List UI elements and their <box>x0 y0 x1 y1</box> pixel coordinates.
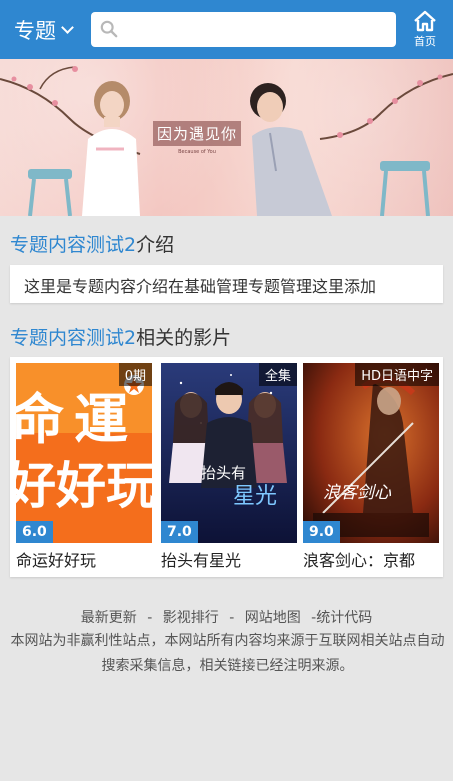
footer-disclaimer: 本网站为非赢利性站点，本网站所有内容均来源于互联网相关站点自动搜索采集信息，相关… <box>10 633 445 674</box>
home-icon <box>414 10 436 32</box>
footer-link-sitemap[interactable]: 网站地图 <box>245 610 301 626</box>
search-icon[interactable] <box>100 20 118 38</box>
chevron-down-icon <box>61 21 74 34</box>
footer-link-ranking[interactable]: 影视排行 <box>163 610 219 626</box>
home-label: 首页 <box>414 35 436 48</box>
movie-list: 命 運 好好玩 0期 6.0 命运好好玩 抬头有 星光 全集 7.0 抬头有星光… <box>10 357 443 577</box>
banner-title: 因为遇见你 <box>152 121 241 146</box>
poster-art-1: 命 運 好好玩 <box>16 363 152 543</box>
movie-score-badge: 6.0 <box>16 521 53 543</box>
movie-item[interactable]: 浪客剑心 HD日语中字 9.0 浪客剑心：京都 <box>303 363 439 573</box>
banner-chair-right <box>380 161 430 216</box>
movie-status-badge: HD日语中字 <box>355 363 439 386</box>
movie-poster[interactable]: 命 運 好好玩 0期 6.0 <box>16 363 152 543</box>
category-dropdown[interactable]: 专题 <box>14 15 74 45</box>
banner-subtitle: Because of You <box>178 149 216 155</box>
search-box[interactable] <box>91 12 396 47</box>
related-heading-topic: 专题内容测试2 <box>10 327 137 349</box>
movie-score-badge: 7.0 <box>161 521 198 543</box>
category-dropdown-label: 专题 <box>14 19 56 43</box>
footer-link-stats[interactable]: 统计代码 <box>316 610 372 626</box>
movie-score-badge: 9.0 <box>303 521 340 543</box>
intro-heading-topic: 专题内容测试2 <box>10 234 137 256</box>
site-footer: 最新更新 - 影视排行 - 网站地图 -统计代码 本网站为非赢利性站点，本网站所… <box>0 587 453 679</box>
intro-box: 这里是专题内容介绍在基础管理专题管理这里添加 <box>10 265 443 303</box>
poster-art-2: 抬头有 星光 <box>161 363 297 543</box>
movie-title[interactable]: 命运好好玩 <box>16 547 156 571</box>
movie-poster[interactable]: 浪客剑心 HD日语中字 9.0 <box>303 363 439 543</box>
intro-heading: 专题内容测试2介绍 <box>10 230 174 257</box>
svg-text:好好玩: 好好玩 <box>16 457 152 515</box>
svg-text:命: 命 <box>16 388 64 451</box>
related-heading: 专题内容测试2相关的影片 <box>10 323 231 350</box>
banner-title-box: 因为遇见你 Because of You <box>147 121 247 156</box>
footer-separator: - <box>229 610 235 626</box>
movie-poster[interactable]: 抬头有 星光 全集 7.0 <box>161 363 297 543</box>
banner-chair <box>28 169 72 216</box>
movie-item[interactable]: 抬头有 星光 全集 7.0 抬头有星光 <box>161 363 297 573</box>
svg-text:抬头有: 抬头有 <box>201 464 246 482</box>
svg-text:浪客剑心: 浪客剑心 <box>323 483 392 503</box>
search-input[interactable] <box>125 12 390 47</box>
topic-banner[interactable]: 因为遇见你 Because of You <box>0 59 453 216</box>
movie-title[interactable]: 浪客剑心：京都 <box>303 547 443 571</box>
svg-text:星光: 星光 <box>233 484 277 509</box>
movie-title[interactable]: 抬头有星光 <box>161 547 301 571</box>
intro-text: 这里是专题内容介绍在基础管理专题管理这里添加 <box>24 277 377 296</box>
footer-separator: - <box>147 610 153 626</box>
movie-item[interactable]: 命 運 好好玩 0期 6.0 命运好好玩 <box>16 363 152 573</box>
movie-status-badge: 0期 <box>118 363 152 386</box>
intro-heading-suffix: 介绍 <box>136 234 175 256</box>
poster-art-3: 浪客剑心 <box>303 363 439 543</box>
movie-status-badge: 全集 <box>258 363 297 386</box>
banner-actor <box>250 83 332 216</box>
home-button[interactable]: 首页 <box>408 10 442 54</box>
top-header: 专题 首页 <box>0 0 453 59</box>
svg-text:運: 運 <box>74 388 128 451</box>
footer-links: 最新更新 - 影视排行 - 网站地图 -统计代码 <box>0 607 453 627</box>
footer-link-latest[interactable]: 最新更新 <box>81 610 137 626</box>
related-heading-suffix: 相关的影片 <box>136 327 232 349</box>
